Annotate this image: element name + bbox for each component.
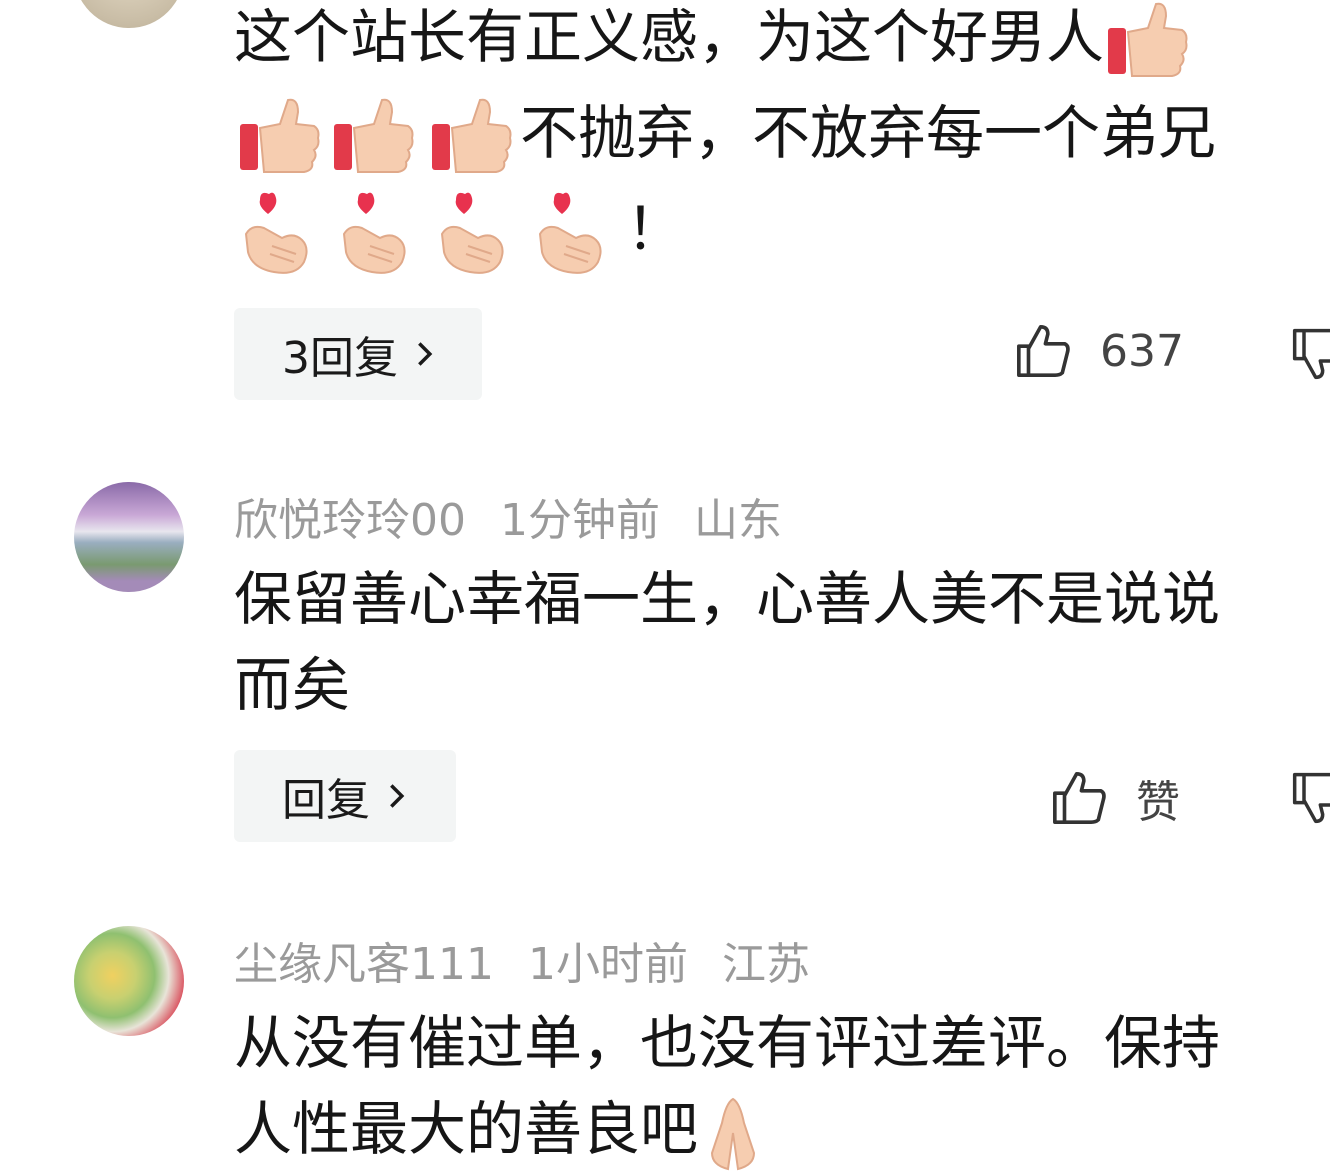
reply-button[interactable]: 3回复 <box>234 308 482 400</box>
avatar[interactable] <box>74 482 184 592</box>
username[interactable]: 欣悦玲玲00 <box>234 495 466 546</box>
finger-heart-emoji <box>244 192 308 274</box>
pray-emoji <box>711 1097 756 1171</box>
finger-heart-emoji <box>538 192 602 274</box>
timestamp: 1小时前 <box>527 939 688 990</box>
like-icon <box>1017 325 1070 377</box>
like-count: 赞 <box>1136 777 1180 828</box>
comment-text: 这个站长有正义感，为这个好男人 <box>234 0 1324 84</box>
dislike-icon[interactable] <box>1290 770 1330 826</box>
comment-text-line2: 不抛弃，不放弃每一个弟兄 <box>234 90 1324 180</box>
thumbs-up-emoji <box>432 98 512 173</box>
comment-text-line2: 而矣 <box>234 651 351 719</box>
username[interactable]: 尘缘凡客111 <box>234 939 494 990</box>
comment-text: 保留善心幸福一生，心善人美不是说说 <box>234 565 1221 633</box>
reply-button[interactable]: 回复 <box>234 750 456 842</box>
avatar[interactable] <box>74 0 184 28</box>
finger-heart-emoji <box>342 192 406 274</box>
location: 山东 <box>694 495 782 546</box>
comment-text-line2: 人性最大的善良吧 <box>234 1086 1324 1173</box>
comment-meta: 尘缘凡客111 1小时前 江苏 <box>234 928 844 992</box>
avatar[interactable] <box>74 926 184 1036</box>
chevron-right-icon <box>390 784 405 808</box>
like-icon <box>1053 772 1106 824</box>
comment-text: 从没有催过单，也没有评过差评。保持 <box>234 1009 1221 1077</box>
timestamp: 1分钟前 <box>500 495 660 546</box>
comment-meta: 欣悦玲玲00 1分钟前 山东 <box>234 484 816 548</box>
location: 江苏 <box>721 939 810 990</box>
like-count: 637 <box>1100 325 1184 377</box>
thumbs-up-emoji <box>240 98 320 173</box>
finger-heart-emoji <box>440 192 504 274</box>
dislike-icon[interactable] <box>1290 326 1330 382</box>
chevron-right-icon <box>418 342 433 366</box>
thumbs-up-emoji <box>1108 2 1188 77</box>
like-button[interactable]: 赞 <box>1050 766 1180 830</box>
like-button[interactable]: 637 <box>1014 322 1184 380</box>
thumbs-up-emoji <box>334 98 414 173</box>
comment-text-line3: ！ <box>234 186 1324 278</box>
